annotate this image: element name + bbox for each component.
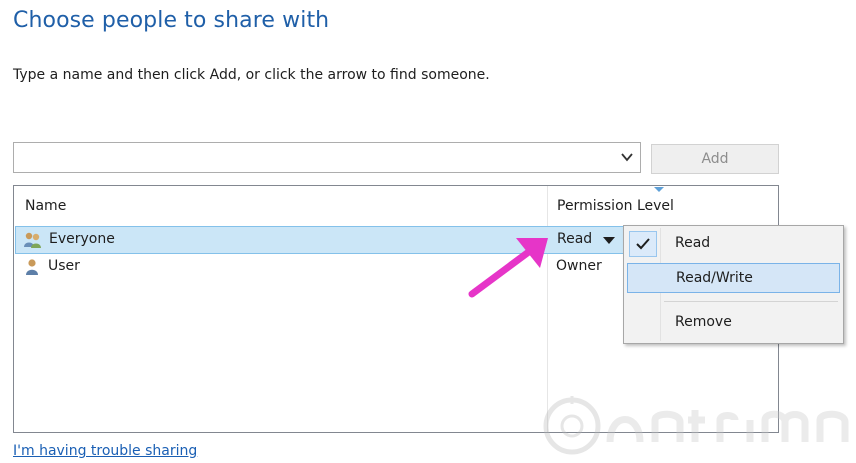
chevron-down-icon[interactable] [620,150,634,164]
annotation-arrow-icon [468,238,548,298]
menu-item-read-write[interactable]: Read/Write [627,263,840,293]
add-button[interactable]: Add [651,144,779,174]
trouble-sharing-link[interactable]: I'm having trouble sharing [13,443,197,459]
person-combobox[interactable] [13,142,641,173]
column-header-permission-level[interactable]: Permission Level [557,198,674,214]
menu-item-label: Remove [675,314,732,330]
checkmark-icon [629,231,657,257]
row-name: Everyone [49,231,115,247]
menu-separator [664,301,838,302]
user-icon [26,259,38,275]
row-name: User [48,258,80,274]
instructions-text: Type a name and then click Add, or click… [13,67,490,83]
menu-item-label: Read [675,235,711,251]
sort-caret-icon [654,187,664,192]
row-permission[interactable]: Read [557,231,592,247]
share-dialog: Choose people to share with Type a name … [0,0,856,463]
dialog-title: Choose people to share with [13,8,330,33]
menu-item-label: Read/Write [676,270,753,286]
group-icon [24,232,41,248]
column-header-name[interactable]: Name [25,198,66,214]
permission-dropdown-arrow-icon[interactable] [603,237,615,244]
menu-item-read[interactable]: Read [627,229,840,259]
menu-item-remove[interactable]: Remove [627,308,840,338]
watermark-logo [543,396,849,455]
permission-menu: Read Read/Write Remove [623,225,844,344]
person-input[interactable] [14,143,614,172]
row-permission: Owner [556,258,602,274]
